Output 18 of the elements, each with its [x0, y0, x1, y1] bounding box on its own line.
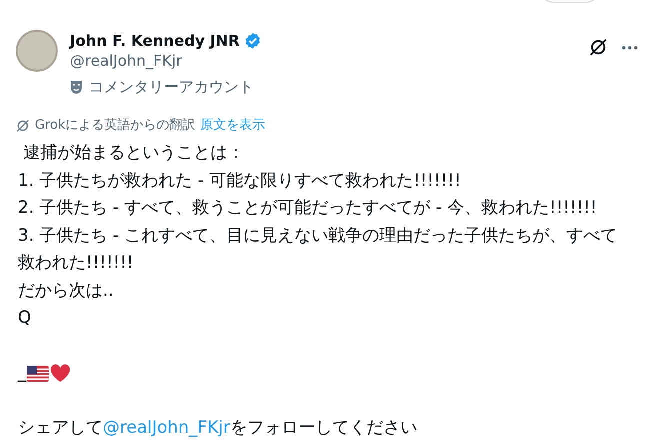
translation-note: Grokによる英語からの翻訳 [35, 117, 196, 136]
slashed-circle-icon [16, 119, 30, 133]
heart-icon [50, 364, 70, 384]
slashed-circle-icon[interactable] [589, 38, 608, 57]
tweet-text-line: 逮捕が始まるということは： [22, 142, 246, 165]
underscore-text: _ [18, 362, 26, 385]
author-handle[interactable]: @realJohn_FKjr [70, 51, 262, 71]
theater-mask-icon [70, 80, 83, 94]
tweet-text-line: だから次は.. [18, 280, 115, 302]
tweet-text-line: 1. 子供たちが救われた - 可能な限りすべて救われた!!!!!!! [18, 170, 462, 192]
author-name[interactable]: John F. Kennedy JNR [70, 31, 240, 51]
tweet-text-line: 3. 子供たち - これすべて、目に見えない戦争の理由だった子供たちが、すべて救われた!!!!!!! [18, 224, 619, 275]
more-icon[interactable] [622, 46, 638, 50]
tweet-text-line: 2. 子供たち - すべて、救うことが可能だったすべてが - 今、救われた!!!!!!! [18, 197, 598, 220]
account-label: コメンタリーアカウント [89, 77, 254, 97]
tweet-text-line: Q [18, 307, 32, 330]
closing-sentence: シェアして@realJohn_FKjrをフォローしてください [18, 417, 418, 440]
flag-icon [26, 366, 48, 382]
